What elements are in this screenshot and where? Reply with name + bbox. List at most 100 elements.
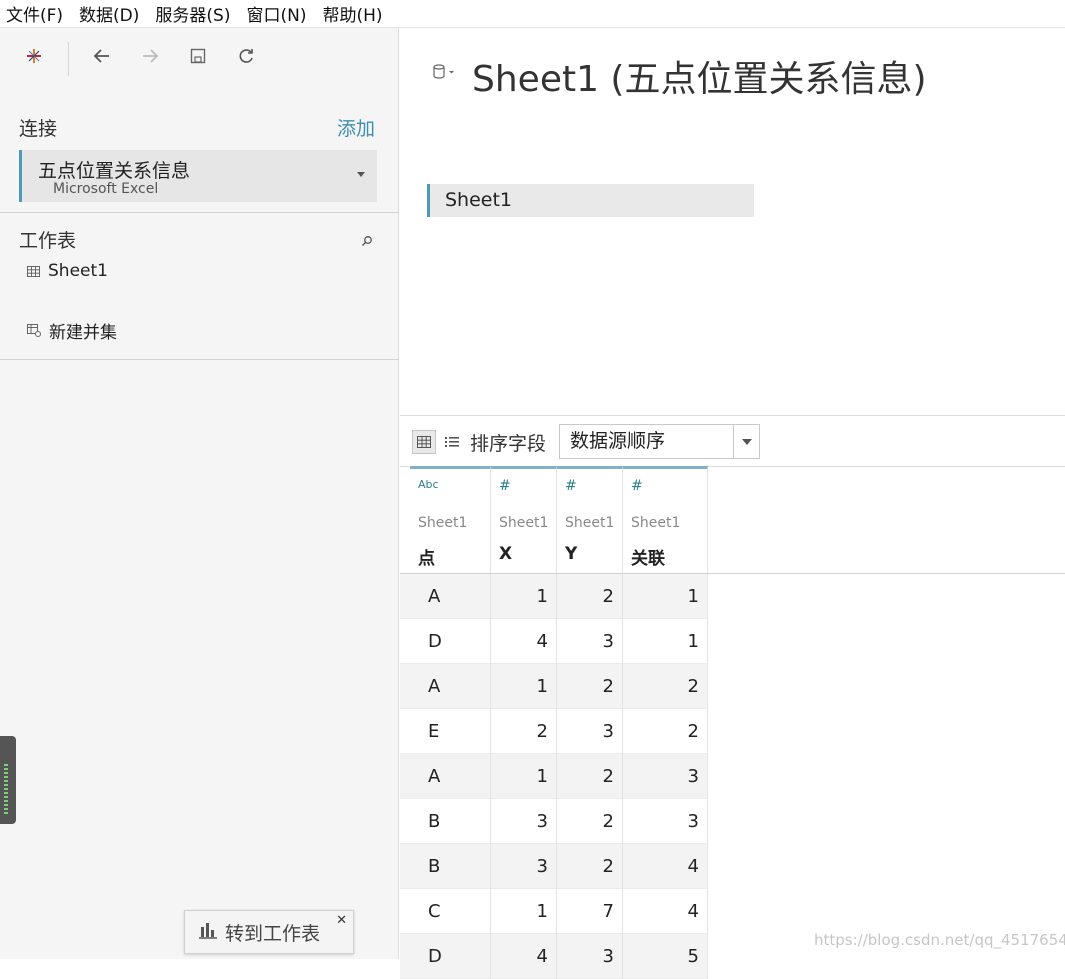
sheets-title: 工作表 <box>19 230 77 252</box>
union-icon <box>27 324 41 337</box>
column-header[interactable]: # Sheet1 Y <box>557 466 623 573</box>
connection-name: 五点位置关系信息 <box>38 160 191 182</box>
cell: 4 <box>623 889 708 934</box>
table-row[interactable]: D 4 3 5 <box>400 934 708 979</box>
number-type-icon[interactable]: # <box>631 478 643 494</box>
grid-body: A 1 2 1 D 4 3 1 A 1 2 2 E 2 3 2 A 1 2 3 … <box>400 574 708 979</box>
menu-file[interactable]: 文件(F) <box>6 1 63 26</box>
cell: 4 <box>623 844 708 889</box>
new-union-item[interactable]: 新建并集 <box>27 318 117 343</box>
table-row[interactable]: A 1 2 1 <box>400 574 708 619</box>
new-union-label: 新建并集 <box>49 323 117 343</box>
sidebar: 连接 添加 五点位置关系信息 Microsoft Excel 工作表 Sheet… <box>0 28 399 959</box>
back-arrow-icon[interactable] <box>88 42 116 70</box>
cell: 3 <box>557 619 623 664</box>
side-panel-handle[interactable] <box>0 736 16 824</box>
cell: 2 <box>557 799 623 844</box>
goto-worksheet-label: 转到工作表 <box>225 922 321 945</box>
save-icon[interactable] <box>184 42 212 70</box>
sheet-item-label: Sheet1 <box>48 261 108 281</box>
cell: 1 <box>491 889 557 934</box>
column-source: Sheet1 <box>631 515 681 531</box>
table-row[interactable]: B 3 2 4 <box>400 844 708 889</box>
refresh-icon[interactable] <box>232 42 260 70</box>
menu-window[interactable]: 窗口(N) <box>246 1 306 26</box>
cell: 1 <box>623 574 708 619</box>
column-name: X <box>499 544 513 564</box>
database-icon[interactable] <box>432 64 458 84</box>
cell: 2 <box>557 574 623 619</box>
toolbar <box>0 28 399 88</box>
sort-label: 排序字段 <box>470 433 547 455</box>
table-row[interactable]: E 2 3 2 <box>400 709 708 754</box>
chevron-down-icon[interactable] <box>733 425 759 458</box>
grid-toolbar: 排序字段 数据源顺序 <box>400 415 1065 467</box>
canvas-table-sheet1[interactable]: Sheet1 <box>427 184 754 217</box>
cell: 4 <box>491 934 557 979</box>
cell: 1 <box>491 754 557 799</box>
connection-type: Microsoft Excel <box>53 181 159 197</box>
column-name: 点 <box>418 549 435 569</box>
cell: 1 <box>623 619 708 664</box>
cell: 2 <box>557 664 623 709</box>
watermark: https://blog.csdn.net/qq_45176548 <box>814 931 1065 949</box>
table-row[interactable]: B 3 2 3 <box>400 799 708 844</box>
cell: D <box>410 619 491 664</box>
close-icon[interactable]: ✕ <box>336 913 347 928</box>
cell: A <box>410 754 491 799</box>
column-header[interactable]: Abc Sheet1 点 <box>410 466 491 573</box>
cell: 2 <box>557 754 623 799</box>
cell: 3 <box>491 844 557 889</box>
cell: 2 <box>623 709 708 754</box>
table-row[interactable]: A 1 2 3 <box>400 754 708 799</box>
column-name: 关联 <box>631 549 665 569</box>
cell: 1 <box>491 574 557 619</box>
cell: E <box>410 709 491 754</box>
cell: 5 <box>623 934 708 979</box>
menu-help[interactable]: 帮助(H) <box>322 1 382 26</box>
cell: D <box>410 934 491 979</box>
search-icon[interactable] <box>361 232 373 251</box>
bar-chart-icon <box>199 921 217 943</box>
table-row[interactable]: D 4 3 1 <box>400 619 708 664</box>
chevron-down-icon[interactable] <box>357 172 365 177</box>
tableau-logo-icon[interactable] <box>20 42 48 70</box>
number-type-icon[interactable]: # <box>565 478 577 494</box>
column-source: Sheet1 <box>418 515 468 531</box>
cell: 3 <box>491 799 557 844</box>
column-header[interactable]: # Sheet1 关联 <box>623 466 708 573</box>
page-title[interactable]: Sheet1 (五点位置关系信息) <box>472 50 927 102</box>
table-row[interactable]: C 1 7 4 <box>400 889 708 934</box>
string-type-icon[interactable]: Abc <box>418 478 439 491</box>
column-header[interactable]: # Sheet1 X <box>491 466 557 573</box>
number-type-icon[interactable]: # <box>499 478 511 494</box>
sheet-item-sheet1[interactable]: Sheet1 <box>27 261 108 281</box>
forward-arrow-icon[interactable] <box>136 42 164 70</box>
cell: 2 <box>557 844 623 889</box>
grid-header: Abc Sheet1 点 # Sheet1 X # Sheet1 Y # She… <box>410 466 708 573</box>
divider <box>0 359 399 360</box>
sort-select-value: 数据源顺序 <box>570 430 666 452</box>
menu-bar: 文件(F) 数据(D) 服务器(S) 窗口(N) 帮助(H) <box>0 0 1065 28</box>
cell: C <box>410 889 491 934</box>
goto-worksheet-button[interactable]: 转到工作表 ✕ <box>184 910 354 954</box>
cell: B <box>410 844 491 889</box>
cell: A <box>410 664 491 709</box>
add-connection-link[interactable]: 添加 <box>337 114 375 141</box>
table-row[interactable]: A 1 2 2 <box>400 664 708 709</box>
cell: 3 <box>557 934 623 979</box>
table-icon <box>27 265 40 277</box>
sort-select[interactable]: 数据源顺序 <box>559 424 760 459</box>
menu-server[interactable]: 服务器(S) <box>155 1 230 26</box>
menu-data[interactable]: 数据(D) <box>79 1 139 26</box>
connections-title: 连接 <box>19 118 58 140</box>
cell: 3 <box>623 754 708 799</box>
list-view-icon[interactable] <box>440 430 464 454</box>
cell: 2 <box>491 709 557 754</box>
grid-view-icon[interactable] <box>412 430 436 454</box>
connection-item[interactable]: 五点位置关系信息 Microsoft Excel <box>19 150 377 202</box>
cell: 7 <box>557 889 623 934</box>
cell: 3 <box>623 799 708 844</box>
column-name: Y <box>565 544 578 564</box>
cell: 2 <box>623 664 708 709</box>
